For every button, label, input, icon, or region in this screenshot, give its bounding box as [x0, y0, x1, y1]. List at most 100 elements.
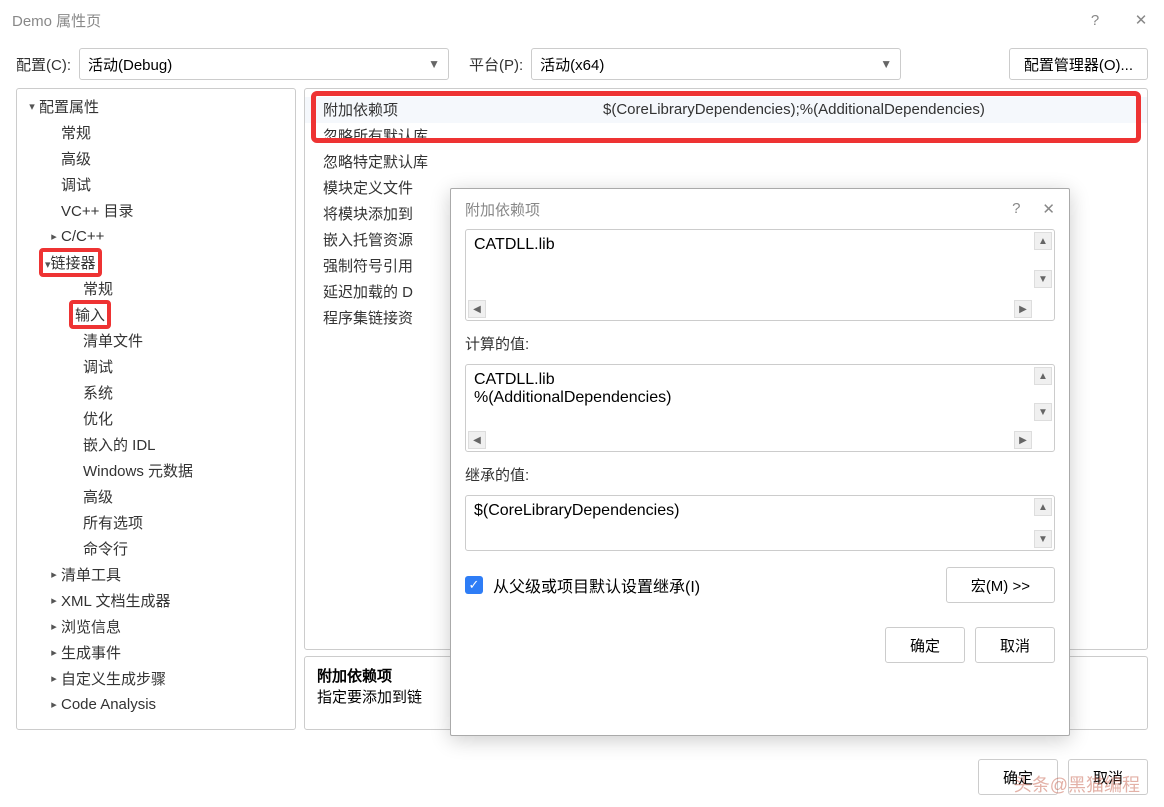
tree-item-label: 调试 — [83, 356, 113, 377]
config-value: 活动(Debug) — [88, 54, 172, 75]
tree-item-label: VC++ 目录 — [61, 200, 134, 221]
config-select[interactable]: 活动(Debug) ▼ — [79, 48, 449, 80]
scroll-down-icon[interactable]: ▼ — [1034, 530, 1052, 548]
tree-item-label: 浏览信息 — [61, 616, 121, 637]
tree-item[interactable]: 命令行 — [17, 535, 295, 561]
inherit-checkbox[interactable]: ✓ — [465, 576, 483, 594]
arrow-collapsed-icon: ▸ — [47, 646, 61, 659]
arrow-collapsed-icon: ▸ — [47, 594, 61, 607]
tree-item-label: 清单工具 — [61, 564, 121, 585]
dialog-help-button[interactable]: ? — [1012, 200, 1020, 218]
inherited-label: 继承的值: — [465, 464, 1055, 485]
tree-item[interactable]: 嵌入的 IDL — [17, 431, 295, 457]
dialog-cancel-button[interactable]: 取消 — [975, 627, 1055, 663]
tree-item[interactable]: VC++ 目录 — [17, 197, 295, 223]
dialog-title: 附加依赖项 — [465, 199, 540, 220]
tree-item-label: Windows 元数据 — [83, 460, 193, 481]
dialog-ok-button[interactable]: 确定 — [885, 627, 965, 663]
property-label: 忽略所有默认库 — [305, 125, 595, 146]
tree-item[interactable]: 所有选项 — [17, 509, 295, 535]
tree-item[interactable]: 输入 — [17, 301, 295, 327]
tree-panel[interactable]: ▾配置属性常规高级调试VC++ 目录▸C/C++▾链接器常规输入清单文件调试系统… — [16, 88, 296, 730]
tree-item[interactable]: 调试 — [17, 353, 295, 379]
arrow-expanded-icon: ▾ — [25, 100, 39, 113]
property-value[interactable]: $(CoreLibraryDependencies);%(AdditionalD… — [595, 101, 1147, 118]
tree-item[interactable]: ▾链接器 — [17, 249, 295, 275]
tree-item-label: 高级 — [61, 148, 91, 169]
tree-item-label: 优化 — [83, 408, 113, 429]
chevron-down-icon: ▼ — [880, 57, 892, 71]
cancel-button[interactable]: 取消 — [1068, 759, 1148, 795]
tree-item[interactable]: ▸生成事件 — [17, 639, 295, 665]
tree-item[interactable]: ▸C/C++ — [17, 223, 295, 249]
arrow-collapsed-icon: ▸ — [47, 230, 61, 243]
property-row[interactable]: 附加依赖项$(CoreLibraryDependencies);%(Additi… — [305, 97, 1147, 123]
arrow-collapsed-icon: ▸ — [47, 698, 61, 711]
highlight-annotation: ▾链接器 — [39, 248, 102, 277]
tree-item-label: Code Analysis — [61, 696, 156, 713]
tree-item[interactable]: 高级 — [17, 483, 295, 509]
tree-item-label: 生成事件 — [61, 642, 121, 663]
arrow-collapsed-icon: ▸ — [47, 568, 61, 581]
scroll-down-icon[interactable]: ▼ — [1034, 403, 1052, 421]
scroll-right-icon[interactable]: ▶ — [1014, 431, 1032, 449]
platform-label: 平台(P): — [469, 54, 523, 75]
tree-item-label: 链接器 — [51, 255, 96, 272]
property-label: 忽略特定默认库 — [305, 151, 595, 172]
macro-button[interactable]: 宏(M) >> — [946, 567, 1055, 603]
platform-select[interactable]: 活动(x64) ▼ — [531, 48, 901, 80]
tree-item[interactable]: 调试 — [17, 171, 295, 197]
window-title: Demo 属性页 — [12, 10, 101, 31]
tree-item-label: XML 文档生成器 — [61, 590, 170, 611]
tree-item-label: 输入 — [75, 307, 105, 324]
tree-item[interactable]: 系统 — [17, 379, 295, 405]
scroll-up-icon[interactable]: ▲ — [1034, 367, 1052, 385]
dialog-input-value: CATDLL.lib — [474, 236, 555, 253]
property-row[interactable]: 忽略所有默认库 — [305, 123, 1147, 149]
tree-item[interactable]: ▸XML 文档生成器 — [17, 587, 295, 613]
scroll-down-icon[interactable]: ▼ — [1034, 270, 1052, 288]
property-row[interactable]: 忽略特定默认库 — [305, 149, 1147, 175]
dialog-input[interactable]: CATDLL.lib ▲ ▼ ◀ ▶ — [465, 229, 1055, 321]
dialog-close-button[interactable]: ✕ — [1042, 200, 1055, 218]
arrow-collapsed-icon: ▸ — [47, 672, 61, 685]
config-label: 配置(C): — [16, 54, 71, 75]
tree-item[interactable]: 高级 — [17, 145, 295, 171]
highlight-annotation: 输入 — [69, 300, 111, 329]
tree-item[interactable]: 优化 — [17, 405, 295, 431]
tree-item-label: 调试 — [61, 174, 91, 195]
scroll-up-icon[interactable]: ▲ — [1034, 232, 1052, 250]
tree-item[interactable]: ▾配置属性 — [17, 93, 295, 119]
tree-item[interactable]: ▸浏览信息 — [17, 613, 295, 639]
help-button[interactable]: ? — [1072, 0, 1118, 40]
property-label: 附加依赖项 — [305, 99, 595, 120]
tree-item-label: 高级 — [83, 486, 113, 507]
tree-item-label: 系统 — [83, 382, 113, 403]
chevron-down-icon: ▼ — [428, 57, 440, 71]
tree-item-label: 常规 — [83, 278, 113, 299]
tree-item-label: 自定义生成步骤 — [61, 668, 166, 689]
tree-item[interactable]: 常规 — [17, 119, 295, 145]
tree-item-label: 嵌入的 IDL — [83, 434, 156, 455]
scroll-left-icon[interactable]: ◀ — [468, 431, 486, 449]
tree-item[interactable]: ▸自定义生成步骤 — [17, 665, 295, 691]
close-button[interactable]: ✕ — [1118, 0, 1164, 40]
tree-item[interactable]: ▸Code Analysis — [17, 691, 295, 717]
inherited-value: $(CoreLibraryDependencies) — [474, 502, 679, 519]
scroll-up-icon[interactable]: ▲ — [1034, 498, 1052, 516]
ok-button[interactable]: 确定 — [978, 759, 1058, 795]
inherited-box: $(CoreLibraryDependencies) ▲ ▼ — [465, 495, 1055, 551]
computed-line-2: %(AdditionalDependencies) — [474, 389, 1046, 407]
tree-item-label: 清单文件 — [83, 330, 143, 351]
tree-item[interactable]: ▸清单工具 — [17, 561, 295, 587]
scroll-right-icon[interactable]: ▶ — [1014, 300, 1032, 318]
tree-item-label: C/C++ — [61, 228, 104, 245]
tree-item[interactable]: Windows 元数据 — [17, 457, 295, 483]
tree-item-label: 常规 — [61, 122, 91, 143]
scroll-left-icon[interactable]: ◀ — [468, 300, 486, 318]
tree-item[interactable]: 常规 — [17, 275, 295, 301]
tree-item[interactable]: 清单文件 — [17, 327, 295, 353]
arrow-collapsed-icon: ▸ — [47, 620, 61, 633]
config-manager-button[interactable]: 配置管理器(O)... — [1009, 48, 1148, 80]
computed-line-1: CATDLL.lib — [474, 371, 1046, 389]
